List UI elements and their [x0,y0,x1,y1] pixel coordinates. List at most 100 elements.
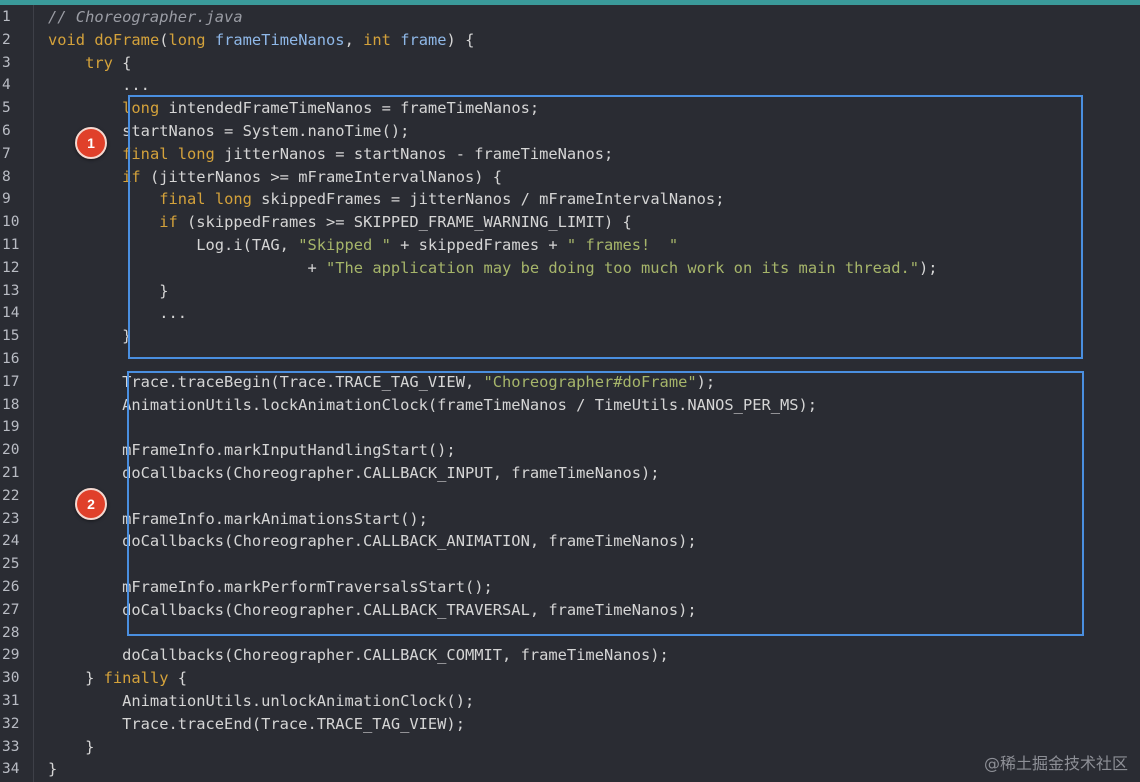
line-number: 5 [2,100,11,117]
code-token: final [122,144,178,163]
code-token: ... [48,304,187,323]
code-text: mFrameInfo.markInputHandlingStart(); [48,439,456,462]
code-token: "Skipped " [298,236,391,254]
code-editor: 1// Choreographer.java 2 void doFrame(long… [0,0,1140,782]
line-number: 14 [2,305,20,322]
code-text: final long skippedFrames = jitterNanos /… [48,188,724,211]
code-token: long [177,144,225,163]
code-text: } [48,736,94,759]
code-line: 24 doCallbacks(Choreographer.CALLBACK_AN… [0,530,1140,553]
code-line: 7 final long jitterNanos = startNanos - … [0,143,1140,166]
code-line: 6 startNanos = System.nanoTime(); [0,120,1140,143]
code-line: 20 mFrameInfo.markInputHandlingStart(); [0,439,1140,462]
code-token: frameTimeNanos [214,30,345,49]
line-number: 16 [2,351,20,367]
code-token: { [168,669,188,688]
line-number: 30 [2,670,20,687]
code-text: mFrameInfo.markPerformTraversalsStart(); [48,576,493,599]
line-number: 2 [2,31,11,48]
code-token: (jitterNanos >= mFrameIntervalNanos) { [140,167,503,186]
code-line: 32 Trace.traceEnd(Trace.TRACE_TAG_VIEW); [0,713,1140,736]
code-token: if [159,213,178,232]
code-token: doCallbacks(Choreographer.CALLBACK_COMMI… [48,646,669,665]
code-line: 5 long intendedFrameTimeNanos = frameTim… [0,97,1140,120]
line-number: 17 [2,373,20,390]
code-token: mFrameInfo.markPerformTraversalsStart(); [48,578,493,596]
code-token: doCallbacks(Choreographer.CALLBACK_INPUT… [48,464,660,482]
line-number: 25 [2,556,20,573]
line-number: 9 [2,191,11,208]
code-line: 19 [0,416,1140,439]
code-token: ); [696,372,716,391]
code-token: try [85,53,113,72]
code-text: long intendedFrameTimeNanos = frameTimeN… [48,97,539,120]
line-number: 6 [2,123,11,139]
line-number: 4 [2,77,11,94]
code-line: 33 } [0,736,1140,759]
code-text: final long jitterNanos = startNanos - fr… [48,143,613,166]
line-number: 27 [2,601,20,618]
code-text: AnimationUtils.unlockAnimationClock(); [48,690,474,713]
line-number: 24 [2,533,20,550]
line-number: 18 [2,396,20,413]
code-token: if [122,167,141,186]
line-number: 34 [2,761,20,778]
code-line: 8 if (jitterNanos >= mFrameIntervalNanos… [0,166,1140,189]
code-text: Trace.traceBegin(Trace.TRACE_TAG_VIEW, "… [48,371,715,394]
code-token: + skippedFrames + [390,236,567,254]
code-token: finally [103,669,169,688]
code-line: 9 final long skippedFrames = jitterNanos… [0,188,1140,211]
code-token: Trace.traceEnd(Trace.TRACE_TAG_VIEW); [48,714,465,733]
line-number: 1 [2,9,11,25]
line-number: 28 [2,624,20,641]
code-line: 16 [0,348,1140,371]
code-token: doFrame [94,30,160,49]
code-line: 1 // Choreographer.java [0,6,1140,29]
code-line: 23 mFrameInfo.markAnimationsStart(); [0,508,1140,531]
code-line: 34} [0,758,1140,781]
code-token: } [48,760,58,779]
code-text: // Choreographer.java [48,6,243,29]
code-token: ) { [446,30,475,49]
code-line: 11 Log.i(TAG, "Skipped " + skippedFrames… [0,234,1140,257]
line-number: 33 [2,738,20,755]
code-line: 28 [0,622,1140,645]
badge-1: 1 [75,127,107,159]
code-text: doCallbacks(Choreographer.CALLBACK_ANIMA… [48,530,697,553]
line-number: 20 [2,442,20,459]
code-token: final [159,190,215,209]
code-token: intendedFrameTimeNanos = frameTimeNanos; [168,99,540,118]
code-token: { [112,53,132,72]
code-text: ... [48,302,187,325]
line-number: 19 [2,419,20,436]
code-text: doCallbacks(Choreographer.CALLBACK_INPUT… [48,462,660,485]
code-token: ... [48,76,150,95]
code-token: " frames! " [566,236,679,254]
code-token: (skippedFrames >= SKIPPED_FRAME_WARNING_… [177,213,632,232]
line-number: 11 [2,237,20,253]
line-number: 22 [2,487,20,504]
code-token: Trace.traceBegin(Trace.TRACE_TAG_VIEW, [48,372,484,391]
code-line: 18 AnimationUtils.lockAnimationClock(fra… [0,394,1140,417]
code-token: AnimationUtils.lockAnimationClock(frameT… [48,395,818,414]
code-token: "Choreographer#doFrame" [483,372,697,391]
code-text: + "The application may be doing too much… [48,257,937,280]
code-line: 22 [0,485,1140,508]
code-text: AnimationUtils.lockAnimationClock(frameT… [48,394,817,417]
code-token: mFrameInfo.markAnimationsStart(); [48,509,428,528]
code-text: if (skippedFrames >= SKIPPED_FRAME_WARNI… [48,211,632,234]
code-line: 17 Trace.traceBegin(Trace.TRACE_TAG_VIEW… [0,371,1140,394]
code-text: if (jitterNanos >= mFrameIntervalNanos) … [48,166,502,189]
line-number: 10 [2,214,20,231]
code-token: long [168,30,215,49]
line-number: 26 [2,579,20,595]
code-text: } [48,758,57,781]
code-token: ( [159,30,169,49]
code-line: 14 ... [0,302,1140,325]
code-line: 12 + "The application may be doing too m… [0,257,1140,280]
code-token: doCallbacks(Choreographer.CALLBACK_ANIMA… [48,532,697,551]
code-token: } [48,281,169,300]
code-token: } [48,327,132,346]
